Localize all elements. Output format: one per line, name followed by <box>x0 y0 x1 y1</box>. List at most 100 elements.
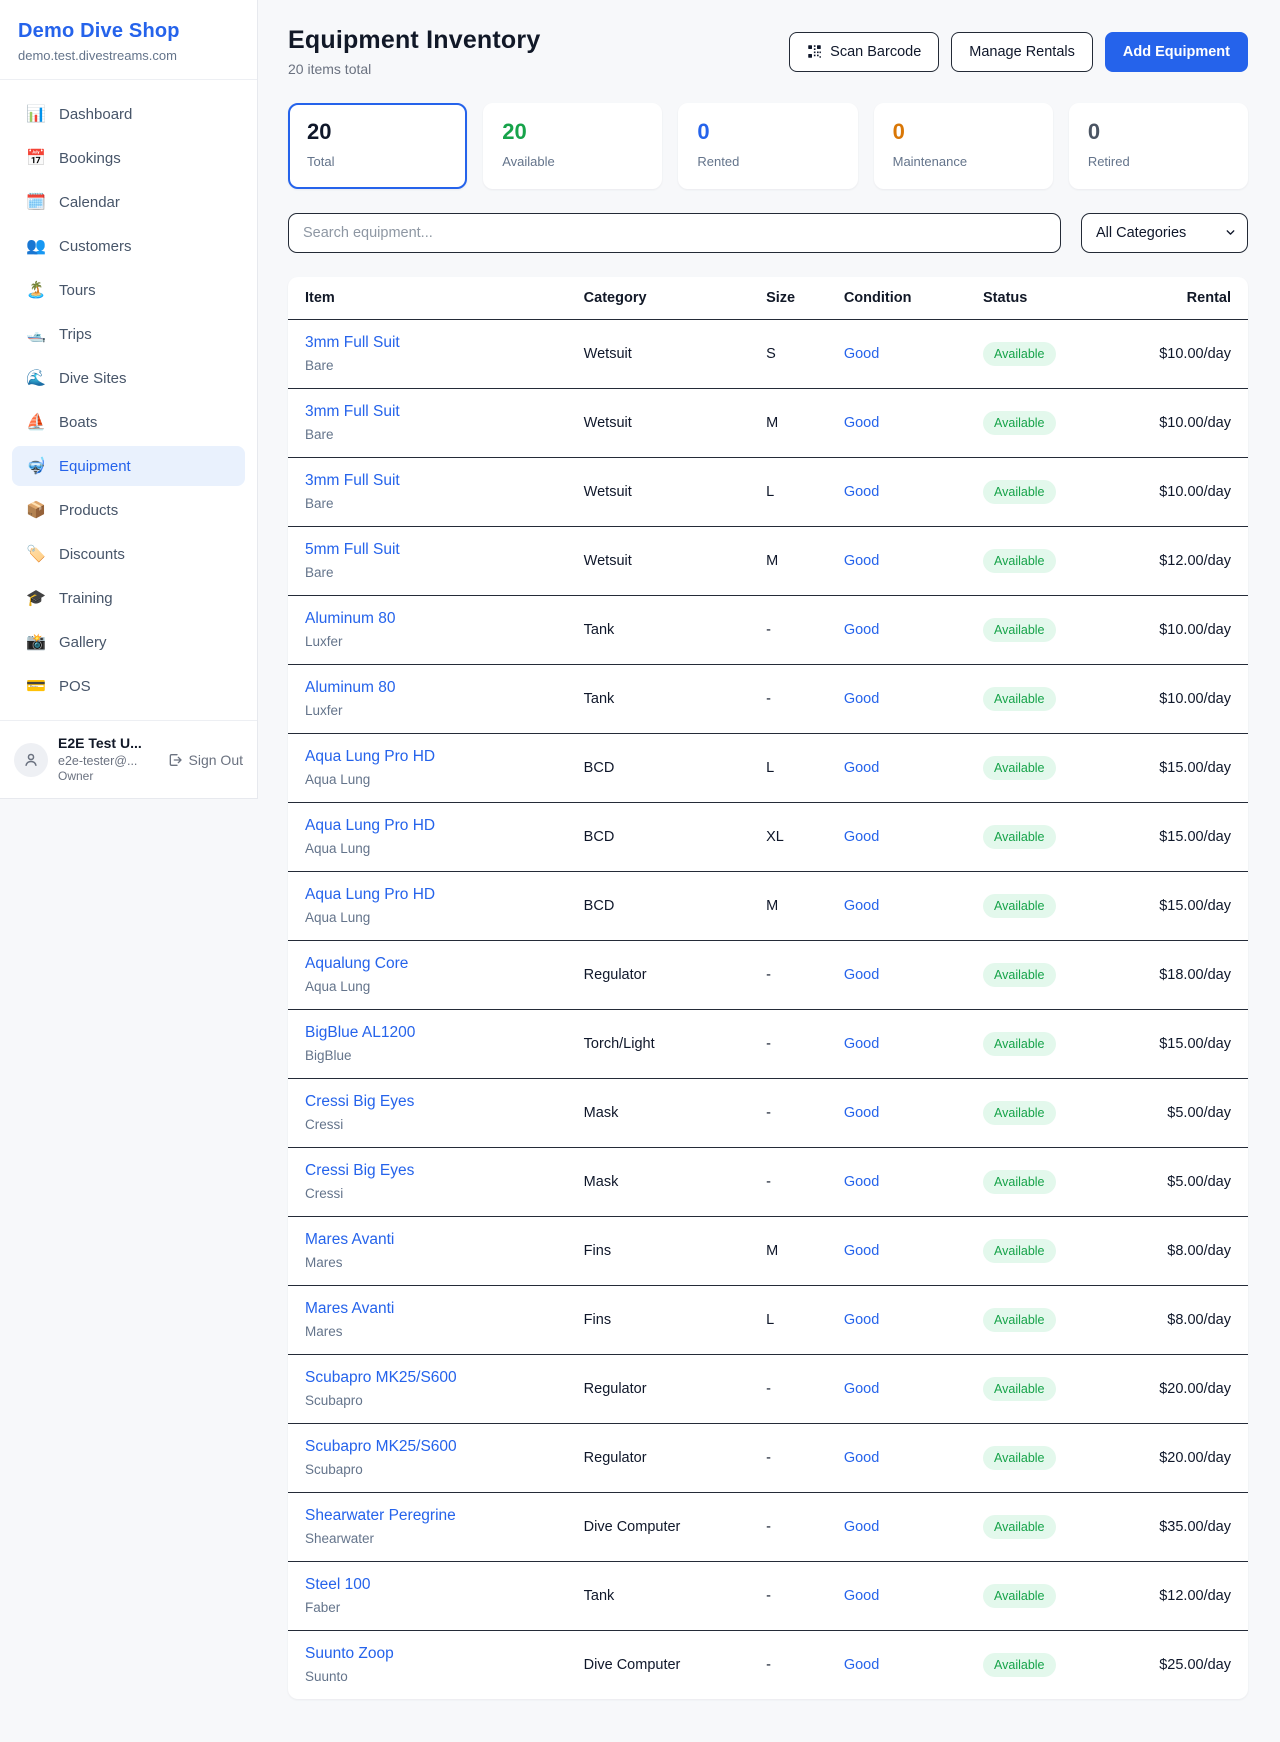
stat-label: Retired <box>1088 154 1229 169</box>
tag-icon: 🏷️ <box>26 544 46 564</box>
condition-link[interactable]: Good <box>844 1036 879 1052</box>
table-row: 5mm Full Suit Bare Wetsuit M Good Availa… <box>288 526 1248 595</box>
user-section: E2E Test U... e2e-tester@... Owner Sign … <box>0 720 257 798</box>
item-name-link[interactable]: Aqua Lung Pro HD <box>305 885 584 905</box>
stat-card-total[interactable]: 20 Total <box>288 103 467 189</box>
item-brand: Faber <box>305 1599 584 1617</box>
condition-link[interactable]: Good <box>844 1519 879 1535</box>
column-header-category: Category <box>584 277 766 319</box>
condition-link[interactable]: Good <box>844 691 879 707</box>
item-name-link[interactable]: Mares Avanti <box>305 1230 584 1250</box>
condition-link[interactable]: Good <box>844 346 879 362</box>
item-size: L <box>766 1285 844 1354</box>
scan-barcode-button[interactable]: Scan Barcode <box>789 32 939 72</box>
sidebar-item-training[interactable]: 🎓 Training <box>12 578 245 618</box>
calendar-date-icon: 📅 <box>26 148 46 168</box>
item-name-link[interactable]: Mares Avanti <box>305 1299 584 1319</box>
stat-card-retired[interactable]: 0 Retired <box>1069 103 1248 189</box>
item-rental: $10.00/day <box>1127 388 1248 457</box>
sidebar-item-discounts[interactable]: 🏷️ Discounts <box>12 534 245 574</box>
category-select[interactable]: All Categories <box>1081 213 1248 253</box>
item-size: L <box>766 457 844 526</box>
sidebar-item-tours[interactable]: 🏝️ Tours <box>12 270 245 310</box>
condition-link[interactable]: Good <box>844 1243 879 1259</box>
stat-card-available[interactable]: 20 Available <box>483 103 662 189</box>
table-row: 3mm Full Suit Bare Wetsuit M Good Availa… <box>288 388 1248 457</box>
item-rental: $12.00/day <box>1127 526 1248 595</box>
item-size: - <box>766 1630 844 1699</box>
item-brand: Bare <box>305 357 584 375</box>
search-input[interactable] <box>288 213 1061 253</box>
condition-link[interactable]: Good <box>844 1105 879 1121</box>
condition-link[interactable]: Good <box>844 1450 879 1466</box>
item-name-link[interactable]: Scubapro MK25/S600 <box>305 1437 584 1457</box>
page-header: Equipment Inventory 20 items total Scan … <box>288 26 1248 77</box>
person-icon <box>22 751 40 769</box>
item-name-link[interactable]: Steel 100 <box>305 1575 584 1595</box>
condition-link[interactable]: Good <box>844 415 879 431</box>
item-size: M <box>766 1216 844 1285</box>
sidebar-item-bookings[interactable]: 📅 Bookings <box>12 138 245 178</box>
status-badge: Available <box>983 894 1056 918</box>
condition-link[interactable]: Good <box>844 553 879 569</box>
sidebar-item-pos[interactable]: 💳 POS <box>12 666 245 706</box>
status-badge: Available <box>983 480 1056 504</box>
condition-link[interactable]: Good <box>844 1657 879 1673</box>
item-name-link[interactable]: BigBlue AL1200 <box>305 1023 584 1043</box>
item-name-link[interactable]: Aluminum 80 <box>305 609 584 629</box>
stat-card-maintenance[interactable]: 0 Maintenance <box>874 103 1053 189</box>
item-name-link[interactable]: Aqualung Core <box>305 954 584 974</box>
sidebar-item-trips[interactable]: 🛥️ Trips <box>12 314 245 354</box>
sidebar-item-calendar[interactable]: 🗓️ Calendar <box>12 182 245 222</box>
table-row: Scubapro MK25/S600 Scubapro Regulator - … <box>288 1354 1248 1423</box>
condition-link[interactable]: Good <box>844 760 879 776</box>
condition-link[interactable]: Good <box>844 1174 879 1190</box>
graduation-cap-icon: 🎓 <box>26 588 46 608</box>
item-name-link[interactable]: 5mm Full Suit <box>305 540 584 560</box>
condition-link[interactable]: Good <box>844 622 879 638</box>
item-rental: $5.00/day <box>1127 1147 1248 1216</box>
item-name-link[interactable]: Suunto Zoop <box>305 1644 584 1664</box>
table-row: Aqua Lung Pro HD Aqua Lung BCD XL Good A… <box>288 802 1248 871</box>
sidebar-item-equipment[interactable]: 🤿 Equipment <box>12 446 245 486</box>
sidebar-item-customers[interactable]: 👥 Customers <box>12 226 245 266</box>
people-icon: 👥 <box>26 236 46 256</box>
sign-out-button[interactable]: Sign Out <box>167 752 243 768</box>
condition-link[interactable]: Good <box>844 1588 879 1604</box>
condition-link[interactable]: Good <box>844 484 879 500</box>
sidebar-item-gallery[interactable]: 📸 Gallery <box>12 622 245 662</box>
condition-link[interactable]: Good <box>844 1381 879 1397</box>
item-rental: $15.00/day <box>1127 733 1248 802</box>
item-name-link[interactable]: Aqua Lung Pro HD <box>305 747 584 767</box>
item-name-link[interactable]: Shearwater Peregrine <box>305 1506 584 1526</box>
table-row: Suunto Zoop Suunto Dive Computer - Good … <box>288 1630 1248 1699</box>
condition-link[interactable]: Good <box>844 967 879 983</box>
item-name-link[interactable]: Cressi Big Eyes <box>305 1161 584 1181</box>
manage-rentals-button[interactable]: Manage Rentals <box>951 32 1093 72</box>
sidebar-item-dive-sites[interactable]: 🌊 Dive Sites <box>12 358 245 398</box>
user-name: E2E Test U... <box>58 735 157 753</box>
status-badge: Available <box>983 1515 1056 1539</box>
stat-card-rented[interactable]: 0 Rented <box>678 103 857 189</box>
sidebar-item-dashboard[interactable]: 📊 Dashboard <box>12 94 245 134</box>
sidebar-item-products[interactable]: 📦 Products <box>12 490 245 530</box>
item-brand: Scubapro <box>305 1461 584 1479</box>
item-brand: Mares <box>305 1323 584 1341</box>
condition-link[interactable]: Good <box>844 898 879 914</box>
table-row: 3mm Full Suit Bare Wetsuit L Good Availa… <box>288 457 1248 526</box>
item-name-link[interactable]: 3mm Full Suit <box>305 333 584 353</box>
item-category: Wetsuit <box>584 526 766 595</box>
item-name-link[interactable]: 3mm Full Suit <box>305 402 584 422</box>
condition-link[interactable]: Good <box>844 1312 879 1328</box>
user-role: Owner <box>58 769 157 785</box>
item-name-link[interactable]: 3mm Full Suit <box>305 471 584 491</box>
item-name-link[interactable]: Aluminum 80 <box>305 678 584 698</box>
add-equipment-label: Add Equipment <box>1123 44 1230 60</box>
add-equipment-button[interactable]: Add Equipment <box>1105 32 1248 72</box>
sidebar-item-boats[interactable]: ⛵ Boats <box>12 402 245 442</box>
condition-link[interactable]: Good <box>844 829 879 845</box>
diving-mask-icon: 🤿 <box>26 456 46 476</box>
item-name-link[interactable]: Aqua Lung Pro HD <box>305 816 584 836</box>
item-name-link[interactable]: Scubapro MK25/S600 <box>305 1368 584 1388</box>
item-name-link[interactable]: Cressi Big Eyes <box>305 1092 584 1112</box>
